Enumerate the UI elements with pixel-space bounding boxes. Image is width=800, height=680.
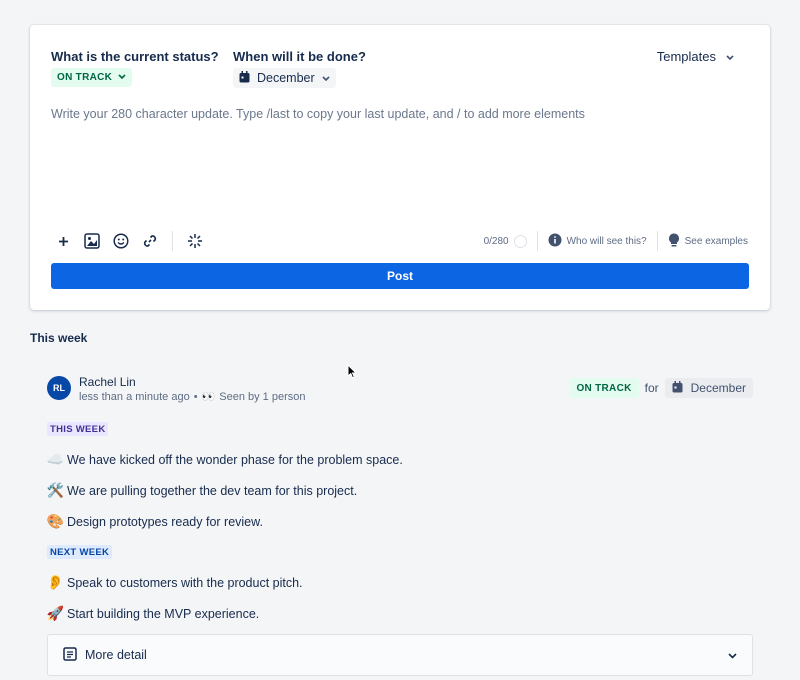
list-item-text: We have kicked off the wonder phase for … [67,452,403,467]
meta-separator: • [193,390,198,403]
editor-right-tools: 0/280 Who will see this? See examples [484,231,748,251]
ai-sparkle-icon[interactable] [186,232,204,250]
more-detail-label: More detail [85,648,147,662]
toolbar-divider [656,231,658,251]
document-icon [63,646,77,664]
update-status: ON TRACK for December [569,378,753,398]
this-week-tag: THIS WEEK [47,422,109,436]
calendar-icon [239,70,250,86]
list-item: ☁️ We have kicked off the wonder phase f… [47,451,403,468]
character-count: 0/280 [483,235,509,247]
who-will-see-label: Who will see this? [566,235,647,247]
templates-label: Templates [656,49,716,64]
cloud-icon: ☁️ [46,451,65,467]
author-name[interactable]: Rachel Lin [79,375,136,389]
list-item-text: Start building the MVP experience. [67,606,260,621]
see-examples-button[interactable]: See examples [668,233,748,250]
status-question-label: What is the current status? [51,49,219,64]
list-item: 👂 Speak to customers with the product pi… [47,574,303,591]
date-dropdown[interactable]: December [233,68,336,88]
chevron-down-icon [728,648,737,662]
chevron-down-icon [726,49,734,64]
info-icon [548,233,562,250]
list-item: 🛠️ We are pulling together the dev team … [47,482,357,499]
target-date-label: December [690,381,746,395]
tools-icon: 🛠️ [46,482,65,498]
date-dropdown-label: December [257,71,315,85]
post-button[interactable]: Post [51,263,749,289]
date-question-label: When will it be done? [233,49,366,64]
character-counter: 0/280 [483,234,527,248]
eyes-icon: 👀 [201,391,216,403]
list-item: 🎨 Design prototypes ready for review. [47,513,263,530]
link-icon[interactable] [141,232,159,250]
avatar[interactable]: RL [47,376,71,400]
update-composer: What is the current status? ON TRACK Whe… [30,25,770,310]
seen-by-label[interactable]: Seen by 1 person [219,391,305,403]
list-item: 🚀 Start building the MVP experience. [47,605,259,622]
status-dropdown-label: ON TRACK [57,72,113,83]
image-icon[interactable] [83,232,101,250]
section-title: This week [30,331,88,345]
palette-icon: 🎨 [46,513,65,529]
more-detail-expander[interactable]: More detail [47,634,753,676]
toolbar-divider [172,231,173,251]
list-item-text: Design prototypes ready for review. [67,514,263,529]
list-item-text: We are pulling together the dev team for… [67,483,358,498]
chevron-down-icon [118,72,126,83]
editor-toolbar [54,231,204,251]
next-week-tag: NEXT WEEK [47,545,113,559]
lightbulb-icon [668,233,680,250]
rocket-icon: 🚀 [46,605,65,621]
who-will-see-button[interactable]: Who will see this? [548,233,647,250]
progress-ring-icon [513,234,527,248]
mouse-cursor-icon [347,363,358,384]
ear-icon: 👂 [46,574,65,590]
update-editor[interactable]: Write your 280 character update. Type /l… [51,107,751,207]
templates-dropdown[interactable]: Templates [657,49,734,64]
see-examples-label: See examples [684,235,748,247]
list-item-text: Speak to customers with the product pitc… [67,575,303,590]
target-date-badge: December [664,378,753,398]
status-dropdown[interactable]: ON TRACK [51,68,133,87]
emoji-icon[interactable] [112,232,130,250]
plus-icon[interactable] [54,232,72,250]
update-timestamp: less than a minute ago [79,390,190,403]
status-badge: ON TRACK [569,378,639,398]
calendar-icon [672,380,683,396]
toolbar-divider [536,231,538,251]
for-label: for [644,381,659,395]
chevron-down-icon [322,71,330,85]
update-meta: less than a minute ago • 👀 Seen by 1 per… [79,390,305,404]
